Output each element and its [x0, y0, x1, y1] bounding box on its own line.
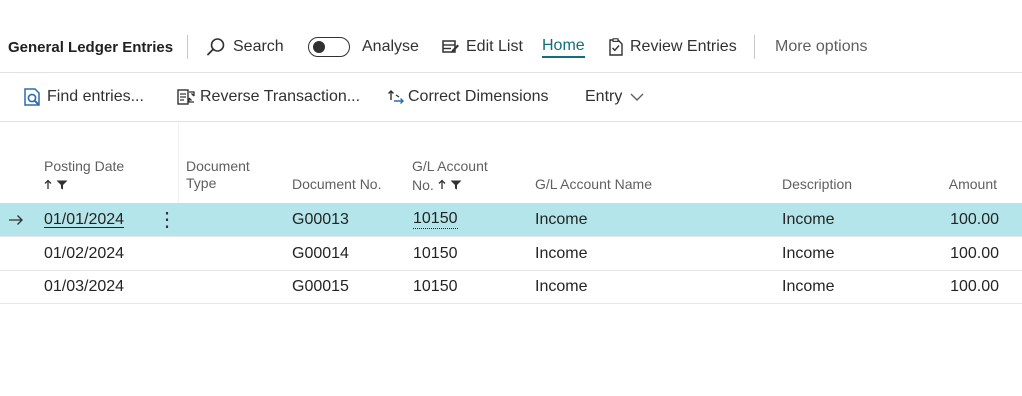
more-divider: [754, 35, 755, 59]
gl-account-name-cell: Income: [535, 244, 588, 262]
review-entries-label: Review Entries: [630, 38, 737, 55]
column-header-document-no[interactable]: Document No.: [292, 176, 381, 193]
document-no-cell: G00013: [292, 210, 349, 228]
column-header-gl-account-no[interactable]: G/L Account No.: [412, 158, 488, 194]
reverse-transaction-button[interactable]: Reverse Transaction...: [177, 73, 360, 121]
more-options-button[interactable]: More options: [775, 22, 868, 72]
gl-account-no-header-line2: No.: [412, 177, 488, 194]
gl-account-no-cell: 10150: [413, 277, 458, 295]
edit-list-icon: [442, 39, 459, 55]
review-entries-icon: [609, 38, 623, 56]
edit-list-button[interactable]: Edit List: [442, 22, 523, 72]
edit-list-label: Edit List: [466, 38, 523, 55]
posting-date-cell[interactable]: 01/02/2024: [44, 237, 124, 270]
posting-date-link[interactable]: 01/01/2024: [44, 211, 124, 229]
entry-menu-label: Entry: [585, 88, 623, 105]
filter-icon: [450, 177, 462, 194]
table-row[interactable]: 01/01/2024 ⋮ G00013 10150 Income Income …: [0, 203, 1022, 237]
gl-account-name-cell: Income: [535, 277, 588, 295]
gl-account-name-cell: Income: [535, 210, 588, 228]
gl-account-no-header-label: No.: [412, 177, 434, 193]
row-pointer-arrow-icon: [8, 203, 24, 236]
table-row[interactable]: 01/02/2024 G00014 10150 Income Income 10…: [0, 237, 1022, 271]
table-row[interactable]: 01/03/2024 G00015 10150 Income Income 10…: [0, 270, 1022, 304]
toggle-knob: [313, 41, 325, 53]
reverse-transaction-icon: [177, 88, 195, 106]
action-bar: General Ledger Entries Search Analyse Ed…: [0, 22, 1022, 73]
gl-account-no-cell: 10150: [413, 244, 458, 262]
posting-date-cell[interactable]: 01/03/2024: [44, 270, 124, 303]
gl-account-no-cell[interactable]: 10150: [413, 203, 458, 236]
filter-icon: [56, 177, 68, 194]
analyse-label: Analyse: [362, 38, 419, 55]
sort-ascending-icon: [438, 177, 446, 194]
top-strip: [0, 0, 1022, 22]
column-header-gl-account-name[interactable]: G/L Account Name: [535, 176, 652, 193]
analyse-switch[interactable]: [308, 37, 350, 57]
amount-cell: 100.00: [950, 277, 999, 295]
search-icon: [206, 37, 226, 57]
document-no-cell: G00014: [292, 244, 349, 262]
posting-date-header-label: Posting Date: [44, 158, 125, 174]
search-button[interactable]: Search: [206, 22, 284, 72]
correct-dimensions-button[interactable]: Correct Dimensions: [387, 73, 548, 121]
description-cell: Income: [782, 210, 835, 228]
gl-account-no-link[interactable]: 10150: [413, 210, 458, 229]
document-type-header-line2: Type: [186, 175, 217, 191]
tab-home[interactable]: Home: [542, 22, 585, 72]
home-label: Home: [542, 37, 585, 58]
entry-menu-button[interactable]: Entry: [585, 73, 644, 121]
review-entries-button[interactable]: Review Entries: [609, 22, 737, 72]
amount-cell: 100.00: [950, 210, 999, 228]
column-header-document-type[interactable]: Document Type: [186, 158, 250, 192]
chevron-down-icon: [630, 92, 644, 102]
reverse-transaction-label: Reverse Transaction...: [200, 88, 361, 105]
row-menu-icon[interactable]: ⋮: [157, 203, 177, 236]
find-entries-icon: [24, 87, 42, 107]
find-entries-label: Find entries...: [47, 88, 144, 105]
document-no-cell: G00015: [292, 277, 349, 295]
find-entries-button[interactable]: Find entries...: [24, 73, 144, 121]
gl-account-no-header-line1: G/L Account: [412, 158, 488, 174]
column-header-amount[interactable]: Amount: [920, 176, 997, 193]
description-cell: Income: [782, 244, 835, 262]
secondary-toolbar: Find entries... Reverse Transaction... C…: [0, 73, 1022, 122]
sort-ascending-icon: [44, 177, 52, 194]
search-label: Search: [233, 38, 284, 55]
title-divider: [187, 35, 188, 59]
posting-date-cell[interactable]: 01/01/2024: [44, 203, 124, 236]
column-header-description[interactable]: Description: [782, 176, 852, 193]
amount-cell: 100.00: [950, 244, 999, 262]
page-title: General Ledger Entries: [8, 38, 174, 56]
analyse-toggle[interactable]: Analyse: [308, 22, 419, 72]
correct-dimensions-icon: [387, 88, 405, 106]
document-type-header-line1: Document: [186, 158, 250, 174]
correct-dimensions-label: Correct Dimensions: [408, 88, 549, 105]
description-cell: Income: [782, 277, 835, 295]
column-header-posting-date[interactable]: Posting Date: [44, 158, 124, 194]
posting-date-sort-filter: [44, 177, 124, 194]
frozen-column-divider: [178, 123, 179, 203]
